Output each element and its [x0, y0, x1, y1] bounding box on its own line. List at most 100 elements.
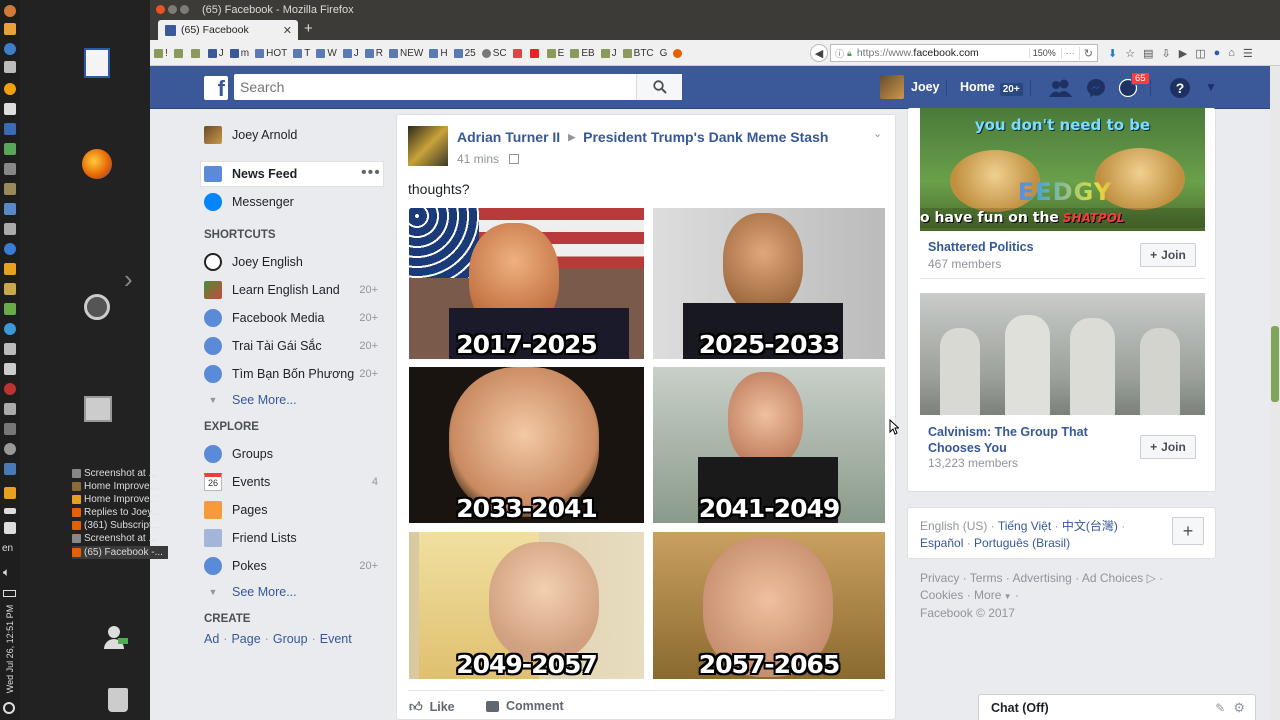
- audience-icon[interactable]: [509, 154, 520, 164]
- document-icon[interactable]: [84, 48, 110, 78]
- explore-item-friend-lists[interactable]: Friend Lists: [204, 527, 297, 549]
- join-group-button[interactable]: + Join: [1140, 243, 1196, 267]
- taskbar-item-active[interactable]: (65) Facebook -...: [72, 546, 168, 559]
- info-icon[interactable]: ⓘ: [835, 47, 844, 60]
- close-tab-icon[interactable]: ✕: [283, 24, 292, 37]
- post-time[interactable]: 41 mins: [457, 152, 499, 166]
- bookmark-item[interactable]: E: [546, 48, 564, 59]
- taskbar-item[interactable]: Home Improve...: [72, 493, 168, 506]
- screenshot-icon[interactable]: ◫: [1195, 47, 1205, 60]
- meme-image[interactable]: 2025-2033: [653, 208, 885, 359]
- bookmarks-menu-icon[interactable]: ▤: [1143, 47, 1153, 60]
- app-icon[interactable]: [4, 303, 16, 315]
- explore-item-groups[interactable]: Groups: [204, 443, 273, 465]
- create-event-link[interactable]: Event: [320, 632, 352, 646]
- ubuntu-icon[interactable]: [4, 5, 16, 17]
- volume-icon[interactable]: 🔈︎: [3, 565, 10, 580]
- meme-image[interactable]: 2049-2057: [409, 532, 644, 679]
- addon-icon[interactable]: ●: [1214, 47, 1221, 59]
- app-icon[interactable]: [4, 403, 16, 415]
- group-name[interactable]: Shattered Politics: [928, 240, 1034, 254]
- bookmark-item[interactable]: SC: [481, 48, 507, 59]
- compose-icon[interactable]: ✎: [1215, 701, 1225, 715]
- taskbar-item[interactable]: Screenshot at ...: [72, 467, 168, 480]
- menu-icon[interactable]: ☰: [1243, 47, 1253, 60]
- language-link[interactable]: Tiếng Việt: [998, 519, 1051, 533]
- language-indicator[interactable]: en: [2, 543, 13, 554]
- bookmark-item[interactable]: [529, 48, 541, 58]
- ubuntu-icon[interactable]: [84, 294, 110, 320]
- calendar-icon[interactable]: [4, 123, 16, 135]
- app-icon[interactable]: [4, 203, 16, 215]
- back-button[interactable]: ◀︎: [810, 44, 828, 62]
- join-group-button[interactable]: + Join: [1140, 435, 1196, 459]
- clock[interactable]: Wed Jul 26, 12:51 PM: [2, 600, 18, 698]
- account-menu-icon[interactable]: ▼: [1205, 80, 1217, 94]
- bookmark-item[interactable]: J: [600, 48, 617, 59]
- see-more-explore[interactable]: ▼ See More...: [204, 581, 297, 603]
- bookmark-item[interactable]: 25: [453, 48, 476, 59]
- app-icon[interactable]: [4, 323, 16, 335]
- taskbar-item[interactable]: Replies to Joey...: [72, 506, 168, 519]
- home-link[interactable]: Home 20+: [960, 75, 1023, 99]
- document-icon[interactable]: [4, 103, 16, 115]
- firefox-icon[interactable]: [82, 149, 112, 179]
- footer-link[interactable]: Ad Choices: [1082, 571, 1143, 585]
- friend-requests-icon[interactable]: [1048, 79, 1074, 97]
- create-ad-link[interactable]: Ad: [204, 632, 219, 646]
- app-icon[interactable]: [4, 423, 16, 435]
- maximize-window-icon[interactable]: [180, 5, 189, 14]
- app-icon[interactable]: [4, 61, 16, 73]
- author-avatar[interactable]: [408, 126, 448, 166]
- chat-bar[interactable]: Chat (Off) ✎ ⚙︎: [978, 694, 1256, 720]
- meme-image[interactable]: 2033-2041: [409, 367, 644, 523]
- bookmark-item[interactable]: m: [229, 48, 249, 59]
- new-tab-icon[interactable]: +: [304, 20, 313, 37]
- bookmark-item[interactable]: [190, 48, 202, 58]
- group-name[interactable]: Calvinism: The Group That Chooses You: [928, 424, 1108, 456]
- language-link[interactable]: 中文(台灣): [1062, 519, 1118, 533]
- bookmark-item[interactable]: J: [207, 48, 224, 59]
- bookmark-star-icon[interactable]: ☆: [1125, 47, 1135, 60]
- app-icon[interactable]: [4, 163, 16, 175]
- scrollbar-thumb[interactable]: [1271, 326, 1279, 402]
- bookmark-item[interactable]: [512, 48, 524, 58]
- profile-link[interactable]: Joey: [880, 75, 940, 99]
- shortcut-item[interactable]: Trai Tài Gái Sắc: [204, 335, 322, 357]
- group-cover-image[interactable]: [920, 293, 1205, 415]
- shortcut-item[interactable]: Tìm Bạn Bốn Phương: [204, 363, 354, 385]
- search-button[interactable]: [636, 74, 682, 100]
- bookmark-item[interactable]: EB: [570, 48, 595, 59]
- battery-icon[interactable]: [3, 590, 16, 597]
- footer-link[interactable]: Cookies: [920, 588, 963, 602]
- power-icon[interactable]: [3, 702, 15, 714]
- explore-item-events[interactable]: 26 Events: [204, 471, 270, 493]
- app-icon[interactable]: [4, 383, 16, 395]
- bookmark-item[interactable]: [173, 48, 185, 58]
- footer-link[interactable]: Advertising: [1012, 571, 1071, 585]
- facebook-logo[interactable]: f: [204, 76, 228, 100]
- bookmark-item[interactable]: !: [154, 48, 168, 59]
- meme-image[interactable]: 2057-2065: [653, 532, 885, 679]
- taskbar-item[interactable]: Home Improve...: [72, 480, 168, 493]
- shortcut-item[interactable]: Facebook Media: [204, 307, 324, 329]
- folder-icon[interactable]: [4, 183, 16, 195]
- url-bar[interactable]: ⓘ 🔒︎ https://www. facebook.com 150% ⋯ ↻: [830, 44, 1098, 62]
- app-icon[interactable]: [4, 343, 16, 355]
- bookmark-item[interactable]: T: [293, 48, 310, 59]
- user-icon[interactable]: [104, 626, 128, 652]
- like-button[interactable]: 👍︎ Like: [409, 699, 455, 715]
- atom-icon[interactable]: [4, 43, 16, 55]
- bookmark-item[interactable]: W: [316, 48, 337, 59]
- create-page-link[interactable]: Page: [231, 632, 260, 646]
- wifi-icon[interactable]: [4, 508, 16, 514]
- news-feed-nav-item[interactable]: News Feed: [204, 163, 297, 185]
- search-box[interactable]: [234, 74, 682, 100]
- shortcut-item[interactable]: Learn English Land: [204, 279, 340, 301]
- taskbar-item[interactable]: Screenshot at ...: [72, 532, 168, 545]
- spreadsheet-icon[interactable]: [4, 143, 16, 155]
- author-name[interactable]: Adrian Turner II: [457, 129, 560, 145]
- app-icon[interactable]: [4, 283, 16, 295]
- group-name[interactable]: President Trump's Dank Meme Stash: [583, 129, 828, 145]
- settings-gear-icon[interactable]: ⚙︎: [1233, 700, 1245, 716]
